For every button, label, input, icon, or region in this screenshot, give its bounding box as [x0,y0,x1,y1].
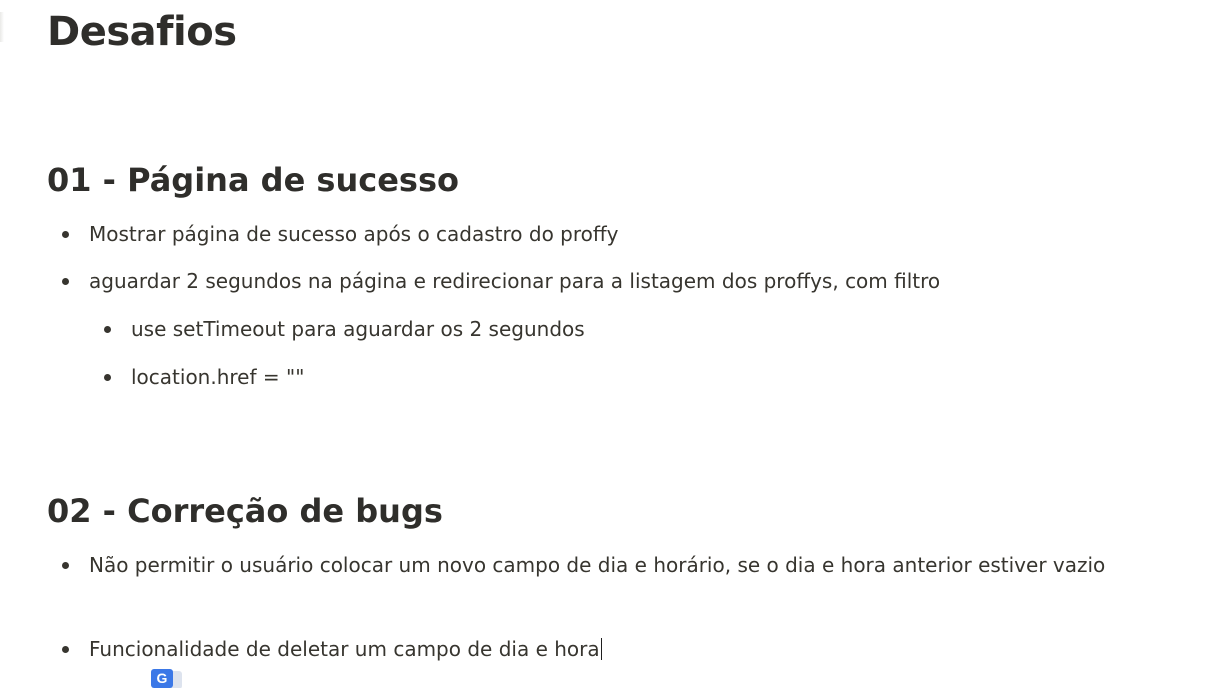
sidebar-edge [0,12,4,42]
notion-page: Desafios 01 - Página de sucesso Mostrar … [0,0,1216,688]
bullet-dot [104,374,111,381]
bullet-dot [62,231,69,238]
list-item-text: use setTimeout para aguardar os 2 segund… [131,317,585,341]
page-title: Desafios [47,9,237,55]
list-item[interactable]: Não permitir o usuário colocar um novo c… [62,547,1129,619]
list-item-text: Mostrar página de sucesso após o cadastr… [89,222,619,246]
text-cursor [600,638,603,660]
list-item-text[interactable]: Funcionalidade de deletar um campo de di… [89,631,603,667]
google-translate-icon[interactable]: G [148,668,186,688]
section-heading-pagina-de-sucesso: 01 - Página de sucesso [47,161,459,199]
bullet-dot [104,326,111,333]
bullet-dot [62,278,69,285]
list-item-text-content: Funcionalidade de deletar um campo de di… [89,637,600,661]
bullet-dot [62,562,69,569]
list-item-text: aguardar 2 segundos na página e redireci… [89,269,941,293]
bullet-dot [62,646,69,653]
section-heading-correcao-de-bugs: 02 - Correção de bugs [47,492,443,530]
list-item-text: Não permitir o usuário colocar um novo c… [89,553,1106,577]
list-item-text: location.href = "" [131,365,305,389]
translate-icon-front: G [151,669,173,688]
